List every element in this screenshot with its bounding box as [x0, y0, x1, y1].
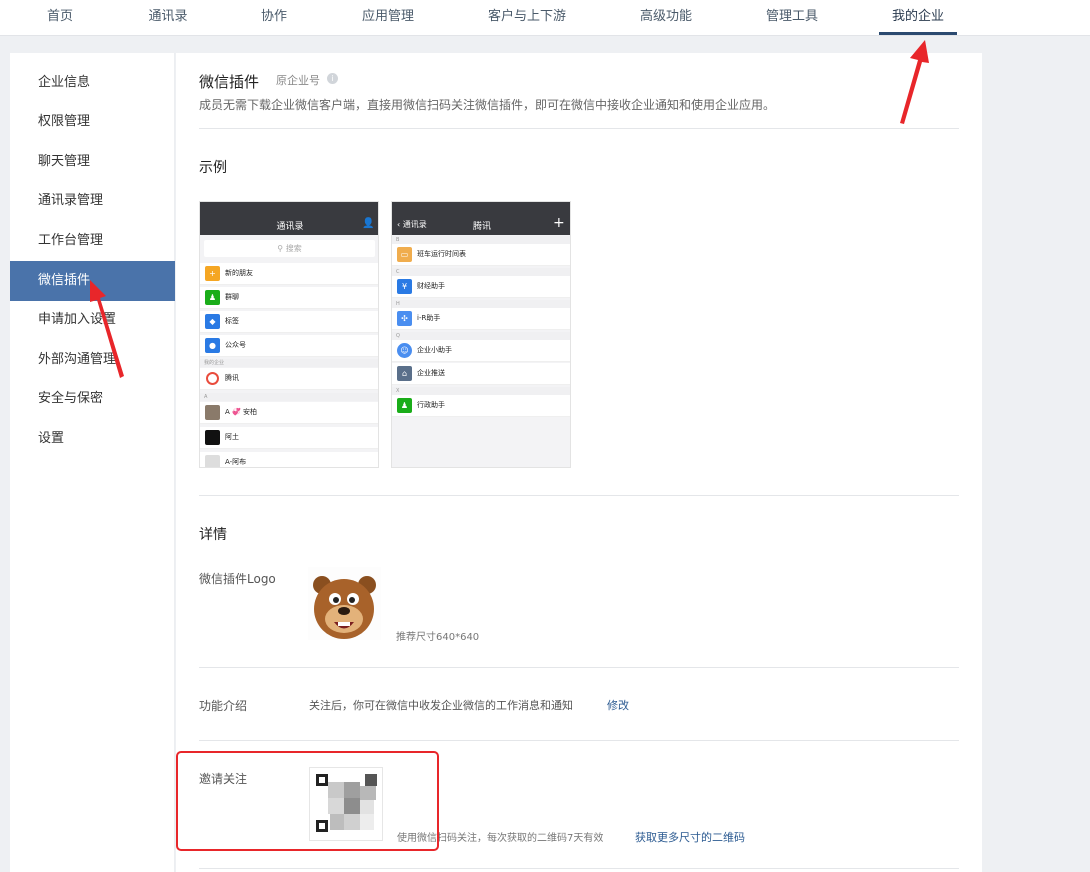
list-item: ⌂ 企业推送	[392, 363, 570, 385]
sidebar-item-contacts[interactable]: 通讯录管理	[10, 181, 175, 221]
search-icon: ⚲	[277, 244, 284, 253]
avatar	[205, 430, 220, 445]
list-item: 腾讯	[200, 368, 378, 390]
nav-home[interactable]: 首页	[47, 0, 73, 36]
logo-label: 微信插件Logo	[199, 572, 276, 586]
section-header: 我的企业	[200, 359, 378, 367]
list-item: 阿土	[200, 427, 378, 449]
phone-title: 通讯录	[276, 222, 304, 232]
home-icon: ⌂	[397, 366, 412, 381]
phone-search: ⚲ 搜索	[204, 240, 375, 257]
details-title: 详情	[199, 527, 227, 543]
section-header: X	[392, 387, 570, 395]
yen-icon: ¥	[397, 279, 412, 294]
avatar	[205, 405, 220, 420]
divider	[199, 868, 959, 869]
list-item: + 新的朋友	[200, 263, 378, 285]
sidebar-item-chat[interactable]: 聊天管理	[10, 142, 175, 182]
official-account-icon: ●	[205, 338, 220, 353]
sidebar-item-security[interactable]: 安全与保密	[10, 379, 175, 419]
tag-icon: ◆	[205, 314, 220, 329]
nav-my-company[interactable]: 我的企业	[892, 0, 944, 36]
group-chat-icon: ♟	[205, 290, 220, 305]
sidebar-item-settings[interactable]: 设置	[10, 419, 175, 459]
add-contact-icon: 👤	[362, 218, 375, 229]
network-icon: ✣	[397, 311, 412, 326]
top-nav: 首页 通讯录 协作 应用管理 客户与上下游 高级功能 管理工具 我的企业	[0, 0, 1090, 36]
example-title: 示例	[199, 160, 227, 176]
sidebar-item-permissions[interactable]: 权限管理	[10, 102, 175, 142]
list-item: ✣ i-R助手	[392, 308, 570, 330]
list-item: A 💞 安柏	[200, 402, 378, 424]
list-item: ♟ 行政助手	[392, 395, 570, 417]
divider	[199, 495, 959, 496]
sidebar: 企业信息 权限管理 聊天管理 通讯录管理 工作台管理 微信插件 申请加入设置 外…	[10, 53, 175, 872]
plugin-logo-image[interactable]	[308, 567, 381, 640]
nav-management-tools[interactable]: 管理工具	[766, 0, 818, 36]
list-item: ◆ 标签	[200, 311, 378, 333]
phone-title: 腾讯	[472, 222, 492, 232]
phone-titlebar: 通讯录 👤	[200, 202, 378, 235]
assistant-icon: ☺	[397, 343, 412, 358]
main-panel: 微信插件 原企业号 i 成员无需下载企业微信客户端，直接用微信扫码关注微信插件，…	[176, 53, 982, 872]
phone-titlebar: ‹ 通讯录 腾讯 +	[392, 202, 570, 235]
list-item: ▭ 班车运行时间表	[392, 244, 570, 266]
section-header: H	[392, 300, 570, 308]
nav-active-indicator	[879, 32, 957, 35]
divider	[199, 128, 959, 129]
new-friends-icon: +	[205, 266, 220, 281]
back-link: ‹ 通讯录	[397, 220, 427, 229]
page-subtitle: 原企业号	[276, 74, 320, 87]
nav-customers-partners[interactable]: 客户与上下游	[488, 0, 566, 36]
example-phone-company: ‹ 通讯录 腾讯 + B ▭ 班车运行时间表 C ¥ 财经助手 H ✣ i-R助…	[391, 201, 571, 468]
divider	[199, 740, 959, 741]
nav-app-management[interactable]: 应用管理	[362, 0, 414, 36]
logo-size-hint: 推荐尺寸640*640	[396, 632, 480, 643]
section-header: B	[392, 236, 570, 244]
intro-label: 功能介绍	[199, 699, 248, 713]
edit-intro-link[interactable]: 修改	[607, 697, 629, 713]
intro-text: 关注后，你可在微信中收发企业微信的工作消息和通知	[309, 699, 573, 712]
list-item: ♟ 群聊	[200, 287, 378, 309]
highlight-box	[176, 751, 439, 851]
example-phone-contacts: 通讯录 👤 ⚲ 搜索 + 新的朋友 ♟ 群聊 ◆ 标签 ● 公众号 我的企业 腾…	[199, 201, 379, 468]
bus-icon: ▭	[397, 247, 412, 262]
plus-icon: +	[553, 215, 565, 231]
list-item: A-阿布	[200, 452, 378, 467]
tencent-logo-icon	[206, 372, 219, 385]
page-description: 成员无需下载企业微信客户端，直接用微信扫码关注微信插件，即可在微信中接收企业通知…	[199, 98, 776, 112]
section-header: A	[200, 393, 378, 401]
sidebar-item-wechat-plugin[interactable]: 微信插件	[10, 261, 175, 301]
list-item: ● 公众号	[200, 335, 378, 357]
section-header: Q	[392, 332, 570, 340]
sidebar-item-company-info[interactable]: 企业信息	[10, 63, 175, 103]
page-title: 微信插件	[199, 73, 260, 91]
list-item: ¥ 财经助手	[392, 276, 570, 298]
info-icon[interactable]: i	[327, 73, 338, 84]
nav-contacts[interactable]: 通讯录	[148, 0, 187, 36]
admin-icon: ♟	[397, 398, 412, 413]
list-item: ☺ 企业小助手	[392, 340, 570, 362]
nav-collaboration[interactable]: 协作	[261, 0, 287, 36]
section-header: C	[392, 268, 570, 276]
sidebar-item-external[interactable]: 外部沟通管理	[10, 340, 175, 380]
sidebar-item-join-settings[interactable]: 申请加入设置	[10, 300, 175, 340]
avatar	[205, 455, 220, 467]
nav-advanced[interactable]: 高级功能	[640, 0, 692, 36]
divider	[199, 667, 959, 668]
more-qr-sizes-link[interactable]: 获取更多尺寸的二维码	[635, 829, 745, 845]
sidebar-item-workbench[interactable]: 工作台管理	[10, 221, 175, 261]
